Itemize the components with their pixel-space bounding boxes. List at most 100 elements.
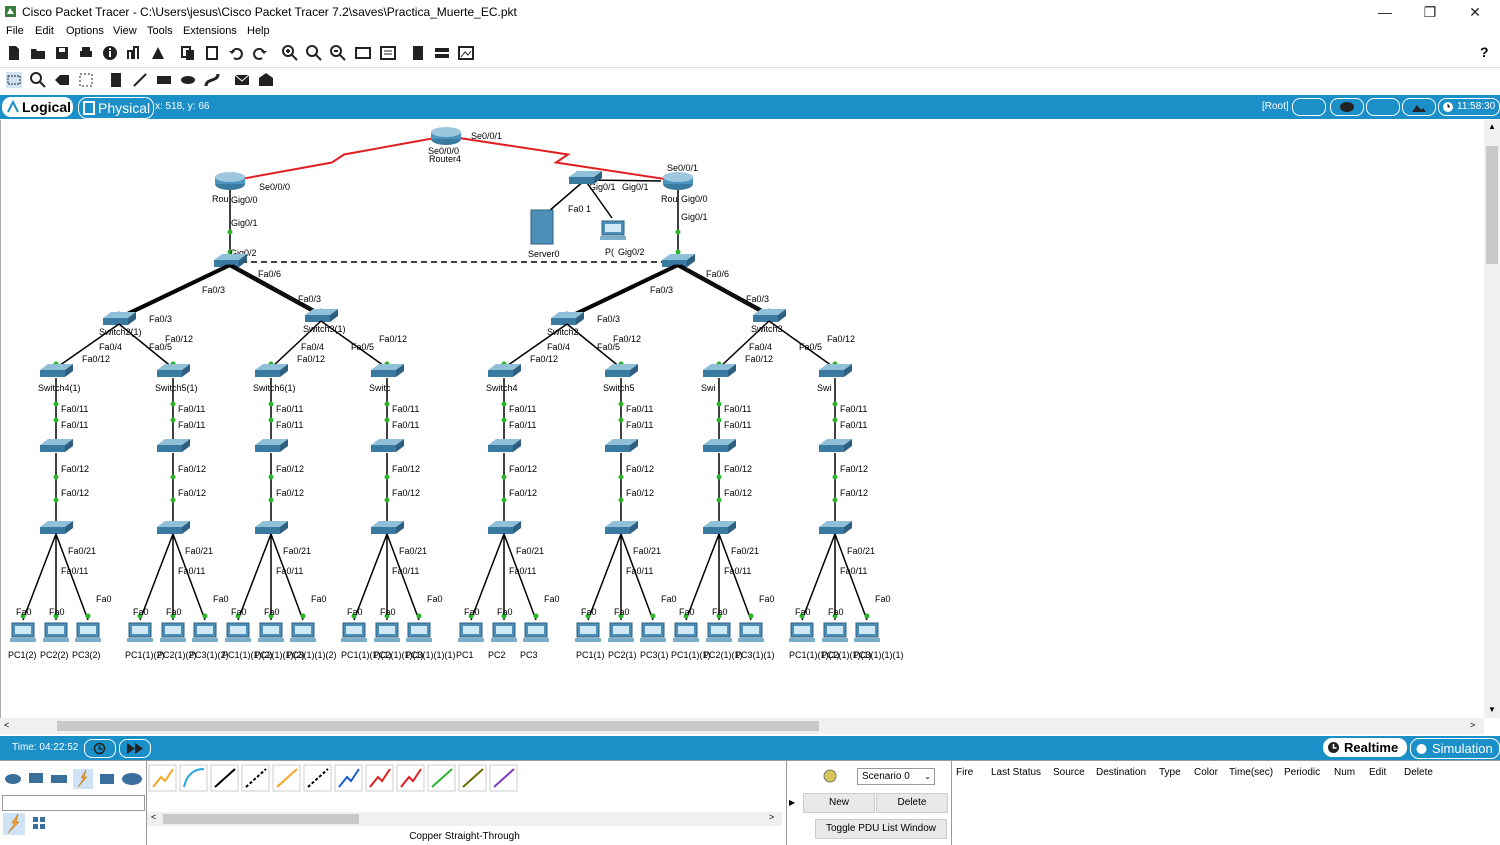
pc-label[interactable]: PC3(1)(1)(2) [286, 650, 337, 660]
draw-line-icon[interactable] [132, 72, 148, 88]
zoom-in-icon[interactable] [282, 45, 298, 61]
scroll-left-arrow[interactable]: < [4, 720, 9, 730]
switch-label[interactable]: Swi [701, 383, 716, 393]
scroll-right-arrow[interactable]: > [1470, 720, 1475, 730]
connections-icon[interactable] [73, 769, 93, 789]
pc-label[interactable]: PC1 [456, 650, 474, 660]
pc-label[interactable]: PC3 [520, 650, 538, 660]
pc-label[interactable]: PC2 [488, 650, 506, 660]
pc[interactable] [374, 622, 400, 642]
grid-view-icon[interactable] [32, 816, 46, 830]
switch-access[interactable] [819, 521, 852, 534]
pdu-list-icon[interactable] [410, 45, 426, 61]
pc-label[interactable]: PC2(2) [40, 650, 69, 660]
add-complex-pdu-icon[interactable] [258, 72, 274, 88]
cable-scrollbar[interactable]: < > [147, 812, 782, 826]
freeform-icon[interactable] [204, 72, 220, 88]
cable-list[interactable] [147, 763, 527, 793]
new-cluster-button[interactable] [1330, 98, 1364, 116]
cable-scroll-thumb[interactable] [163, 814, 359, 824]
router-core[interactable] [431, 127, 461, 145]
router-left[interactable] [215, 172, 245, 190]
switch-access[interactable] [157, 439, 190, 452]
switch-distribution[interactable] [551, 312, 584, 325]
pc[interactable] [43, 622, 69, 642]
pc[interactable] [341, 622, 367, 642]
switch-access[interactable] [371, 521, 404, 534]
inspect-icon[interactable] [30, 72, 46, 88]
menu-tools[interactable]: Tools [147, 25, 173, 37]
pc[interactable] [225, 622, 251, 642]
pc-label[interactable]: PC3(2) [72, 650, 101, 660]
resize-shape-icon[interactable] [78, 72, 94, 88]
cable-type-6[interactable] [334, 764, 363, 792]
cable-type-0[interactable] [148, 764, 177, 792]
switch-label[interactable]: Switch4 [486, 383, 518, 393]
print-icon[interactable] [78, 45, 94, 61]
pc[interactable] [406, 622, 432, 642]
toggle-pdu-list-button[interactable]: Toggle PDU List Window [815, 819, 947, 839]
router-label[interactable]: Rou [661, 194, 678, 204]
scroll-down-arrow[interactable]: ▼ [1488, 705, 1496, 714]
pc[interactable] [608, 622, 634, 642]
pc[interactable] [127, 622, 153, 642]
fast-forward-button[interactable] [119, 739, 151, 758]
pc-label[interactable]: PC3(1) [640, 650, 669, 660]
multiuser-connection-icon[interactable] [121, 771, 143, 787]
delete-icon[interactable] [54, 72, 70, 88]
switch-access[interactable] [40, 364, 73, 377]
move-object-button[interactable] [1366, 98, 1400, 116]
pc[interactable] [258, 622, 284, 642]
menu-edit[interactable]: Edit [35, 25, 54, 37]
menu-extensions[interactable]: Extensions [183, 25, 237, 37]
switch-access[interactable] [605, 439, 638, 452]
viewport-icon[interactable] [458, 45, 474, 61]
switch-label[interactable]: Switch5 [603, 383, 635, 393]
server[interactable] [530, 209, 554, 245]
tab-physical[interactable]: Physical [78, 97, 154, 119]
pc[interactable] [458, 622, 484, 642]
realtime-mode-button[interactable]: Realtime [1323, 738, 1407, 757]
pc[interactable] [523, 622, 549, 642]
cable-type-11[interactable] [489, 764, 518, 792]
switch-access[interactable] [703, 439, 736, 452]
switch-access[interactable] [819, 439, 852, 452]
switch-access[interactable] [255, 439, 288, 452]
save-icon[interactable] [54, 45, 70, 61]
switch-access[interactable] [157, 364, 190, 377]
menu-file[interactable]: File [6, 25, 24, 37]
pc[interactable] [160, 622, 186, 642]
menu-help[interactable]: Help [247, 25, 270, 37]
network-wizard-icon[interactable] [126, 45, 142, 61]
cable-scroll-left[interactable]: < [151, 812, 156, 822]
cable-type-9[interactable] [427, 764, 456, 792]
end-devices-icon[interactable] [27, 771, 45, 787]
copy-icon[interactable] [180, 45, 196, 61]
pc[interactable] [789, 622, 815, 642]
cable-type-3[interactable] [241, 764, 270, 792]
maximize-button[interactable]: ❐ [1410, 2, 1450, 22]
pc[interactable] [192, 622, 218, 642]
horizontal-scrollbar[interactable]: < > [0, 718, 1484, 734]
switch-access[interactable] [40, 439, 73, 452]
new-scenario-button[interactable]: New [803, 793, 875, 813]
pc[interactable] [491, 622, 517, 642]
cable-type-4[interactable] [272, 764, 301, 792]
components-icon[interactable] [50, 771, 68, 787]
select-icon[interactable] [6, 72, 22, 88]
simulation-mode-button[interactable]: Simulation [1410, 738, 1500, 759]
place-note-icon[interactable] [108, 72, 124, 88]
switch-access[interactable] [605, 364, 638, 377]
cable-scroll-right[interactable]: > [769, 812, 774, 822]
miscellaneous-icon[interactable] [98, 771, 116, 787]
router-label[interactable]: Router4 [429, 154, 461, 164]
switch-label[interactable]: Switch4(1) [38, 383, 81, 393]
router-label[interactable]: Rou [212, 194, 229, 204]
cable-type-8[interactable] [396, 764, 425, 792]
add-simple-pdu-icon[interactable] [234, 72, 250, 88]
connections-subcategory-icon[interactable] [3, 813, 25, 835]
custom-devices-icon[interactable] [380, 45, 396, 61]
viewport-clock[interactable]: 11:58:30 [1438, 98, 1500, 116]
draw-rectangle-icon[interactable] [156, 72, 172, 88]
logical-workspace[interactable]: Se0/0/1 Se0/0/0 Se0/0/0 Se0/0/1 Gig0/0 Gig0/1… [0, 120, 1485, 718]
